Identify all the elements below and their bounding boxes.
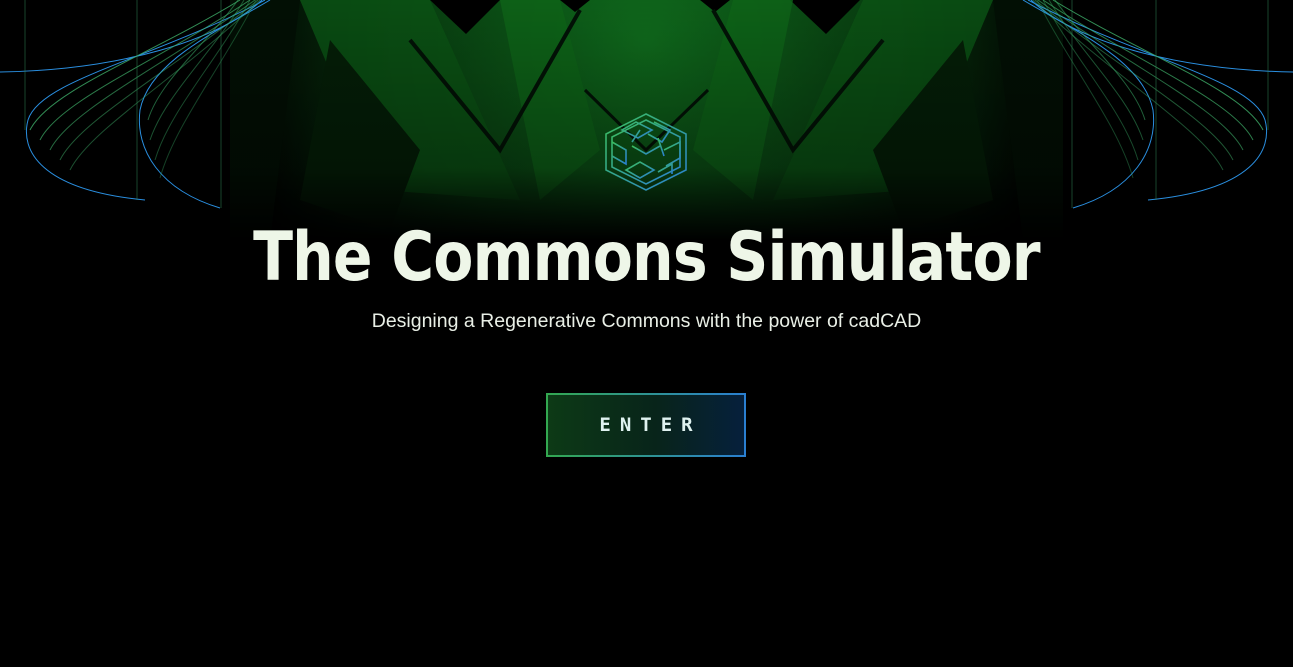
right-wave-lines [1022,0,1293,209]
page-title: The Commons Simulator [253,218,1041,297]
enter-button[interactable]: ENTER [546,393,746,457]
commons-cube-logo-icon [605,113,687,191]
landing-page: The Commons Simulator Designing a Regene… [0,0,1293,667]
left-wave-lines [0,0,271,209]
page-subtitle: Designing a Regenerative Commons with th… [371,310,922,332]
